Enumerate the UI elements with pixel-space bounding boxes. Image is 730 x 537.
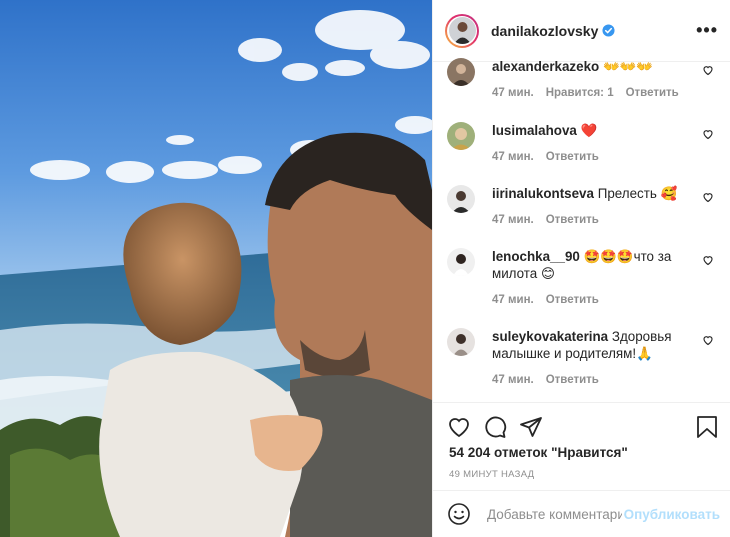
author-username[interactable]: danilakozlovsky — [491, 23, 598, 39]
commenter-avatar[interactable] — [447, 248, 475, 276]
paper-plane-icon[interactable] — [519, 415, 543, 439]
comment-like-icon[interactable] — [702, 64, 714, 76]
post-actions: 54 204 отметок "Нравится" 49 МИНУТ НАЗАД — [433, 402, 730, 491]
comment-like-icon[interactable] — [702, 334, 714, 346]
comment-time[interactable]: 47 мин. — [492, 151, 534, 163]
comment-item: lenochka__90 🤩🤩🤩что за милота 😊 47 мин. … — [445, 248, 716, 306]
comment-item: lusimalahova ❤️ 47 мин. Ответить — [445, 122, 716, 163]
comment-time[interactable]: 47 мин. — [492, 87, 534, 99]
comment-time[interactable]: 47 мин. — [492, 294, 534, 306]
comment-text: 👐👐👐 — [602, 59, 653, 74]
comment-time[interactable]: 47 мин. — [492, 214, 534, 226]
comment-bubble-icon[interactable] — [483, 415, 507, 439]
commenter-avatar[interactable] — [447, 58, 475, 86]
commenter-username[interactable]: lusimalahova — [492, 123, 577, 138]
reply-button[interactable]: Ответить — [626, 87, 679, 99]
comment-item: alexanderkazeko 👐👐👐 47 мин. Нравится: 1 … — [445, 58, 716, 99]
commenter-username[interactable]: alexanderkazeko — [492, 59, 599, 74]
add-comment-input[interactable] — [485, 505, 624, 523]
reply-button[interactable]: Ответить — [546, 214, 599, 226]
comment-item: iirinalukontseva Прелесть 🥰 47 мин. Отве… — [445, 185, 716, 226]
comment-like-icon[interactable] — [702, 128, 714, 140]
comment-text: Прелесть 🥰 — [597, 186, 678, 201]
comment-like-icon[interactable] — [702, 191, 714, 203]
post-side-panel: danilakozlovsky ••• alexanderkazeko 👐👐👐 … — [432, 0, 730, 537]
commenter-username[interactable]: lenochka__90 — [492, 249, 580, 264]
commenter-avatar[interactable] — [447, 122, 475, 150]
comment-item: suleykovakaterina Здоровья малышке и род… — [445, 328, 716, 386]
bookmark-icon[interactable] — [696, 415, 718, 439]
likes-count[interactable]: 54 204 отметок "Нравится" — [449, 445, 628, 460]
comment-likes-count[interactable]: Нравится: 1 — [546, 87, 614, 99]
comment-text: ❤️ — [580, 123, 598, 138]
author-avatar[interactable] — [445, 13, 479, 48]
post-photo[interactable] — [0, 0, 432, 537]
smiley-icon[interactable] — [447, 502, 471, 526]
photo-illustration — [0, 0, 432, 537]
publish-button[interactable]: Опубликовать — [624, 507, 720, 522]
instagram-post: danilakozlovsky ••• alexanderkazeko 👐👐👐 … — [0, 0, 730, 537]
commenter-username[interactable]: suleykovakaterina — [492, 329, 608, 344]
heart-outline-icon[interactable] — [447, 415, 471, 439]
commenter-avatar[interactable] — [447, 185, 475, 213]
comments-list[interactable]: alexanderkazeko 👐👐👐 47 мин. Нравится: 1 … — [433, 58, 730, 402]
reply-button[interactable]: Ответить — [546, 294, 599, 306]
post-header: danilakozlovsky ••• — [433, 0, 730, 62]
comment-time[interactable]: 47 мин. — [492, 374, 534, 386]
comment-like-icon[interactable] — [702, 254, 714, 266]
verified-badge-icon — [602, 24, 615, 37]
reply-button[interactable]: Ответить — [546, 374, 599, 386]
more-options-button[interactable]: ••• — [696, 20, 718, 41]
reply-button[interactable]: Ответить — [546, 151, 599, 163]
author-avatar-image — [448, 17, 476, 44]
commenter-avatar[interactable] — [447, 328, 475, 356]
add-comment-bar: Опубликовать — [433, 490, 730, 537]
post-time[interactable]: 49 МИНУТ НАЗАД — [449, 469, 534, 480]
commenter-username[interactable]: iirinalukontseva — [492, 186, 594, 201]
